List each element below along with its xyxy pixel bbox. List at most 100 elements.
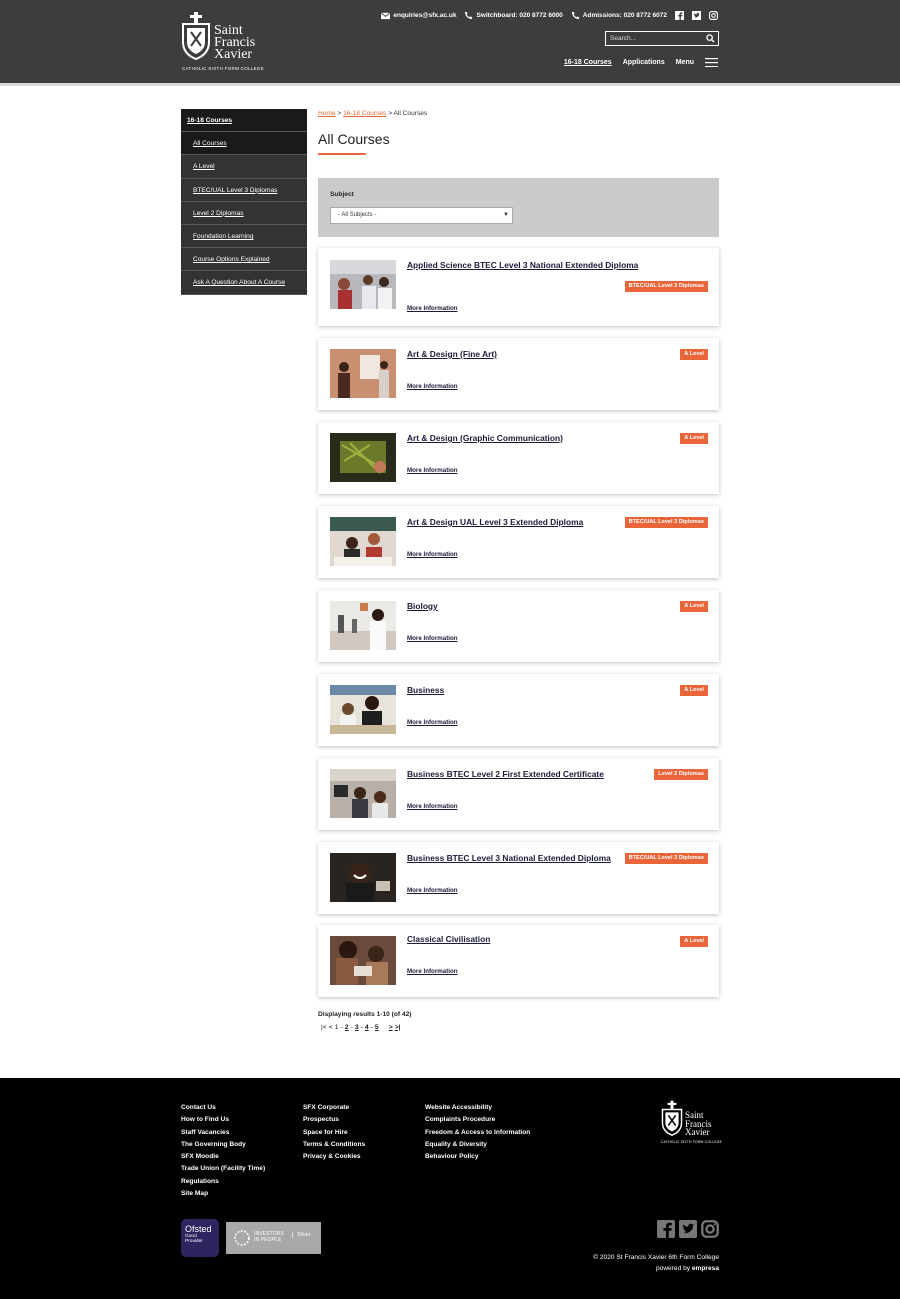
footer-link[interactable]: The Governing Body [181,1139,265,1151]
facebook-icon[interactable] [657,1220,675,1238]
subject-select-value: - All Subjects - [338,212,377,218]
sidebar-item-a-level[interactable]: A Level [181,155,307,179]
footer-link[interactable]: Terms & Conditions [303,1139,365,1151]
powered-by-brand[interactable]: empresa [692,1265,719,1272]
twitter-icon[interactable] [679,1220,697,1238]
footer-logo[interactable]: Saint Francis Xavier CATHOLIC SIXTH FORM… [661,1100,723,1148]
course-title[interactable]: Business BTEC Level 2 First Extended Cer… [407,769,604,779]
footer-link[interactable]: Space for Hire [303,1127,365,1139]
pager-page[interactable]: 4 [365,1024,369,1031]
nav-courses[interactable]: 16-18 Courses [564,59,612,66]
footer-link[interactable]: Complaints Procedure [425,1114,530,1126]
sidebar-item-all-courses[interactable]: All Courses [181,132,307,156]
more-info-link[interactable]: More Information [407,968,458,975]
powered-by-prefix: powered by [655,1265,692,1272]
breadcrumb-courses[interactable]: 16-18 Courses [343,110,386,117]
ofsted-badge[interactable]: Ofsted Good Provider [181,1219,219,1257]
email-contact[interactable]: enquiries@sfx.ac.uk [381,11,456,20]
admissions-contact[interactable]: Admissions: 020 8772 6072 [571,11,667,20]
course-card: Applied Science BTEC Level 3 National Ex… [318,248,719,326]
sidebar-item-foundation[interactable]: Foundation Learning [181,225,307,249]
art-studio-image [330,349,396,398]
course-title[interactable]: Classical Civilisation [407,934,490,944]
course-thumbnail[interactable] [330,685,396,734]
instagram-icon[interactable] [709,11,718,20]
course-title[interactable]: Art & Design (Graphic Communication) [407,433,563,443]
more-info-link[interactable]: More Information [407,719,458,726]
course-type-badge: Level 2 Diplomas [654,769,708,780]
footer-link[interactable]: Behaviour Policy [425,1151,530,1163]
logo-line-3: Xavier [685,1127,710,1137]
sidebar-item-level-2[interactable]: Level 2 Diplomas [181,202,307,225]
nav-applications[interactable]: Applications [623,59,665,66]
hamburger-icon[interactable] [705,58,718,67]
course-thumbnail[interactable] [330,260,396,309]
student-smiling-image [330,853,396,902]
course-type-badge: A Level [680,349,708,360]
pager-dash: - [370,1024,373,1031]
more-info-link[interactable]: More Information [407,887,458,894]
course-thumbnail[interactable] [330,936,396,985]
course-title[interactable]: Business [407,685,444,695]
pager-page[interactable]: 5 [375,1024,379,1031]
course-thumbnail[interactable] [330,517,396,566]
more-info-link[interactable]: More Information [407,635,458,642]
footer-link[interactable]: Contact Us [181,1102,265,1114]
course-thumbnail[interactable] [330,769,396,818]
course-title[interactable]: Art & Design (Fine Art) [407,349,497,359]
footer-link[interactable]: SFX Corporate [303,1102,365,1114]
investors-in-people-badge[interactable]: INVESTORS IN PEOPLE Silver [226,1222,321,1254]
switchboard-contact[interactable]: Switchboard: 020 8772 6000 [464,11,563,20]
footer-link[interactable]: Regulations [181,1176,265,1188]
facebook-icon[interactable] [675,11,684,20]
sidebar-heading[interactable]: 16-18 Courses [181,109,307,133]
more-info-link[interactable]: More Information [407,551,458,558]
pager-page[interactable]: 3 [355,1024,359,1031]
course-title[interactable]: Business BTEC Level 3 National Extended … [407,853,611,863]
footer-link[interactable]: Privacy & Cookies [303,1151,365,1163]
course-title[interactable]: Biology [407,601,438,611]
logo-subtitle: CATHOLIC SIXTH FORM COLLEGE [661,1140,723,1144]
course-title[interactable]: Art & Design UAL Level 3 Extended Diplom… [407,517,583,527]
sidebar-item-btec-ual[interactable]: BTEC/UAL Level 3 Diplomas [181,179,307,202]
more-info-link[interactable]: More Information [407,467,458,474]
pager-first[interactable]: |< [321,1024,327,1031]
college-logo[interactable]: Saint Francis Xavier CATHOLIC SIXTH FORM… [181,12,271,72]
more-info-link[interactable]: More Information [407,383,458,390]
course-title[interactable]: Applied Science BTEC Level 3 National Ex… [407,260,638,270]
footer-link[interactable]: Site Map [181,1188,265,1200]
footer-link[interactable]: Staff Vacancies [181,1127,265,1139]
course-thumbnail[interactable] [330,349,396,398]
classics-study-image [330,936,396,985]
more-info-link[interactable]: More Information [407,803,458,810]
course-thumbnail[interactable] [330,853,396,902]
footer-link[interactable]: Trade Union (Facility Time) [181,1163,265,1175]
footer-link[interactable]: Equality & Diversity [425,1139,530,1151]
more-info-link[interactable]: More Information [407,305,458,312]
pager-last[interactable]: >| [395,1024,401,1031]
breadcrumb-home[interactable]: Home [318,110,336,117]
pager-prev[interactable]: < [329,1024,333,1031]
subject-select[interactable]: - All Subjects - ▼ [330,207,513,224]
pager-page[interactable]: 2 [345,1024,349,1031]
instagram-icon[interactable] [701,1220,719,1238]
search-input[interactable] [610,33,705,44]
footer-socials [657,1220,719,1238]
course-thumbnail[interactable] [330,433,396,482]
footer-link[interactable]: Freedom & Access to Information [425,1127,530,1139]
biology-lab-image [330,601,396,650]
twitter-icon[interactable] [692,11,701,20]
footer-link[interactable]: SFX Moodle [181,1151,265,1163]
course-thumbnail[interactable] [330,601,396,650]
nav-menu[interactable]: Menu [676,59,694,66]
sidebar-item-options[interactable]: Course Options Explained [181,248,307,272]
footer-link[interactable]: Website Accessibility [425,1102,530,1114]
course-card: Art & Design (Graphic Communication) A L… [318,422,719,494]
sidebar-item-ask-question[interactable]: Ask A Question About A Course [181,271,307,295]
footer-link[interactable]: How to Find Us [181,1114,265,1126]
search-icon[interactable] [706,34,715,43]
ofsted-line-2: Provider [185,1239,203,1245]
course-card: Art & Design (Fine Art) A Level More Inf… [318,338,719,410]
footer-link[interactable]: Prospectus [303,1114,365,1126]
pager-next[interactable]: > [389,1024,393,1031]
